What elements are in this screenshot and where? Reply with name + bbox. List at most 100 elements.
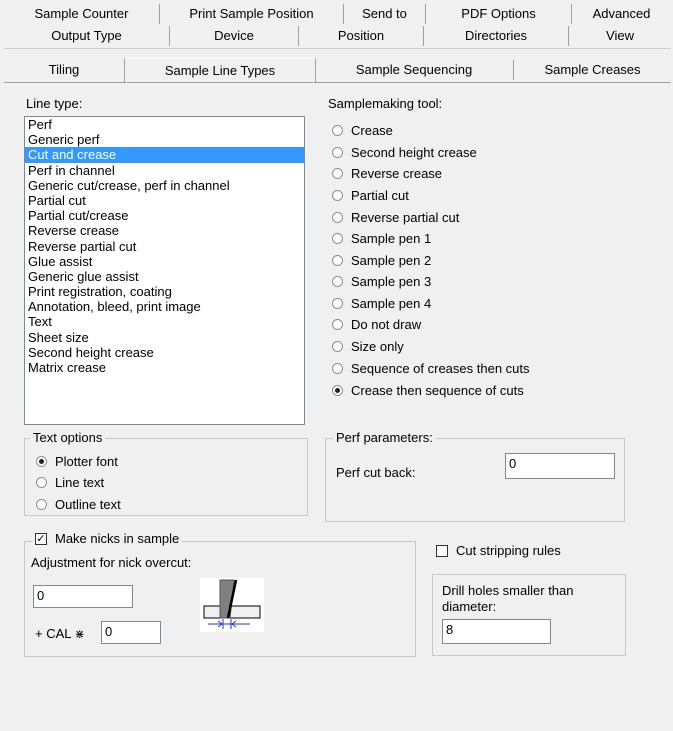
drill-holes-label-1: Drill holes smaller than bbox=[442, 583, 574, 598]
radio-reverse-partial-cut[interactable]: Reverse partial cut bbox=[332, 209, 459, 227]
make-nicks-checkbox-row[interactable]: ✓ Make nicks in sample bbox=[32, 531, 183, 546]
list-item[interactable]: Generic glue assist bbox=[25, 269, 304, 284]
list-item[interactable]: Second height crease bbox=[25, 345, 304, 360]
drill-holes-label-2: diameter: bbox=[442, 599, 497, 614]
radio-partial-cut[interactable]: Partial cut bbox=[332, 187, 409, 205]
tab-tiling[interactable]: Tiling bbox=[4, 60, 125, 80]
radio-size-only[interactable]: Size only bbox=[332, 338, 404, 356]
radio-label: Reverse crease bbox=[351, 166, 443, 181]
radio-label: Sample pen 4 bbox=[351, 296, 432, 311]
radio-label: Crease bbox=[351, 123, 393, 138]
radio-icon[interactable] bbox=[332, 341, 343, 353]
radio-icon[interactable] bbox=[332, 319, 343, 331]
list-item[interactable]: Matrix crease bbox=[25, 360, 304, 375]
tab-sample-sequencing[interactable]: Sample Sequencing bbox=[315, 60, 514, 80]
radio-icon[interactable] bbox=[332, 255, 343, 267]
cut-stripping-row[interactable]: Cut stripping rules bbox=[436, 543, 561, 558]
radio-icon[interactable] bbox=[332, 298, 343, 310]
text-options-title: Text options bbox=[30, 430, 106, 445]
list-item[interactable]: Text bbox=[25, 314, 304, 329]
tab-view[interactable]: View bbox=[569, 26, 671, 46]
radio-label: Do not draw bbox=[351, 317, 422, 332]
radio-icon[interactable] bbox=[332, 212, 343, 224]
radio-crease-then-sequence-cuts[interactable]: Crease then sequence of cuts bbox=[332, 382, 524, 400]
list-item[interactable]: Print registration, coating bbox=[25, 284, 304, 299]
list-item[interactable]: Generic perf bbox=[25, 132, 304, 147]
tab-pdf-options[interactable]: PDF Options bbox=[426, 4, 572, 24]
radio-sequence-creases-then-cuts[interactable]: Sequence of creases then cuts bbox=[332, 360, 530, 378]
radio-label: Second height crease bbox=[351, 145, 477, 160]
tab-sample-counter[interactable]: Sample Counter bbox=[4, 4, 160, 24]
line-type-label: Line type: bbox=[26, 96, 83, 111]
perf-cut-back-input[interactable]: 0 bbox=[505, 453, 615, 479]
radio-sample-pen-1[interactable]: Sample pen 1 bbox=[332, 230, 431, 248]
radio-sample-pen-4[interactable]: Sample pen 4 bbox=[332, 295, 431, 313]
radio-label: Size only bbox=[351, 339, 404, 354]
list-item[interactable]: Perf bbox=[25, 117, 304, 132]
list-item[interactable]: Glue assist bbox=[25, 254, 304, 269]
radio-icon-checked[interactable] bbox=[36, 456, 47, 468]
make-nicks-checkbox[interactable]: ✓ bbox=[35, 532, 47, 545]
radio-icon[interactable] bbox=[332, 147, 343, 159]
radio-icon[interactable] bbox=[36, 499, 47, 511]
radio-do-not-draw[interactable]: Do not draw bbox=[332, 316, 421, 334]
radio-icon-checked[interactable] bbox=[332, 385, 343, 397]
tab-position[interactable]: Position bbox=[299, 26, 424, 46]
cal-symbol-icon: ⋇ bbox=[74, 627, 85, 641]
radio-sample-pen-2[interactable]: Sample pen 2 bbox=[332, 252, 431, 270]
tab-sample-creases[interactable]: Sample Creases bbox=[514, 60, 671, 80]
tab-print-sample-position[interactable]: Print Sample Position bbox=[160, 4, 344, 24]
radio-line-text[interactable]: Line text bbox=[36, 474, 104, 492]
list-item[interactable]: Partial cut/crease bbox=[25, 208, 304, 223]
radio-icon[interactable] bbox=[332, 190, 343, 202]
perf-cut-back-label: Perf cut back: bbox=[336, 465, 416, 480]
cal-input[interactable]: 0 bbox=[101, 621, 161, 644]
radio-label: Crease then sequence of cuts bbox=[351, 383, 524, 398]
radio-outline-text[interactable]: Outline text bbox=[36, 496, 121, 514]
cal-label: + CAL bbox=[35, 626, 72, 641]
radio-label: Line text bbox=[55, 475, 105, 490]
make-nicks-label: Make nicks in sample bbox=[55, 531, 180, 546]
tab-send-to[interactable]: Send to bbox=[344, 4, 426, 24]
tab-directories[interactable]: Directories bbox=[424, 26, 569, 46]
nick-overcut-diagram-icon bbox=[200, 578, 264, 632]
radio-sample-pen-3[interactable]: Sample pen 3 bbox=[332, 273, 431, 291]
radio-icon[interactable] bbox=[332, 363, 343, 375]
radio-label: Outline text bbox=[55, 497, 121, 512]
radio-icon[interactable] bbox=[36, 477, 47, 489]
radio-label: Reverse partial cut bbox=[351, 210, 460, 225]
tab-row-divider bbox=[4, 48, 671, 49]
list-item[interactable]: Annotation, bleed, print image bbox=[25, 299, 304, 314]
cut-stripping-checkbox[interactable] bbox=[436, 544, 448, 557]
radio-label: Sequence of creases then cuts bbox=[351, 361, 530, 376]
list-item[interactable]: Reverse partial cut bbox=[25, 239, 304, 254]
radio-icon[interactable] bbox=[332, 168, 343, 180]
tab-strip: Sample Counter Print Sample Position Sen… bbox=[0, 0, 673, 84]
tab-advanced[interactable]: Advanced bbox=[572, 4, 671, 24]
radio-label: Sample pen 2 bbox=[351, 253, 432, 268]
radio-reverse-crease[interactable]: Reverse crease bbox=[332, 165, 442, 183]
radio-label: Sample pen 3 bbox=[351, 274, 432, 289]
radio-icon[interactable] bbox=[332, 125, 343, 137]
list-item[interactable]: Reverse crease bbox=[25, 223, 304, 238]
tab-row-3: Tiling Sample Line Types Sample Sequenci… bbox=[4, 58, 671, 82]
drill-holes-input[interactable]: 8 bbox=[442, 619, 551, 644]
tab-device[interactable]: Device bbox=[170, 26, 299, 46]
radio-label: Sample pen 1 bbox=[351, 231, 432, 246]
radio-icon[interactable] bbox=[332, 276, 343, 288]
tab-sample-line-types[interactable]: Sample Line Types bbox=[124, 58, 316, 82]
list-item-selected[interactable]: Cut and crease bbox=[25, 147, 304, 163]
list-item[interactable]: Perf in channel bbox=[25, 163, 304, 178]
tab-row-2: Output Type Device Position Directories … bbox=[4, 26, 671, 47]
line-type-list[interactable]: Perf Generic perf Cut and crease Perf in… bbox=[24, 116, 305, 425]
radio-crease[interactable]: Crease bbox=[332, 122, 393, 140]
list-item[interactable]: Generic cut/crease, perf in channel bbox=[25, 178, 304, 193]
nick-adjustment-input[interactable]: 0 bbox=[33, 585, 133, 608]
list-item[interactable]: Partial cut bbox=[25, 193, 304, 208]
radio-icon[interactable] bbox=[332, 233, 343, 245]
nick-adjustment-label: Adjustment for nick overcut: bbox=[31, 555, 192, 570]
radio-second-height-crease[interactable]: Second height crease bbox=[332, 144, 477, 162]
list-item[interactable]: Sheet size bbox=[25, 330, 304, 345]
radio-plotter-font[interactable]: Plotter font bbox=[36, 453, 118, 471]
tab-output-type[interactable]: Output Type bbox=[4, 26, 170, 46]
